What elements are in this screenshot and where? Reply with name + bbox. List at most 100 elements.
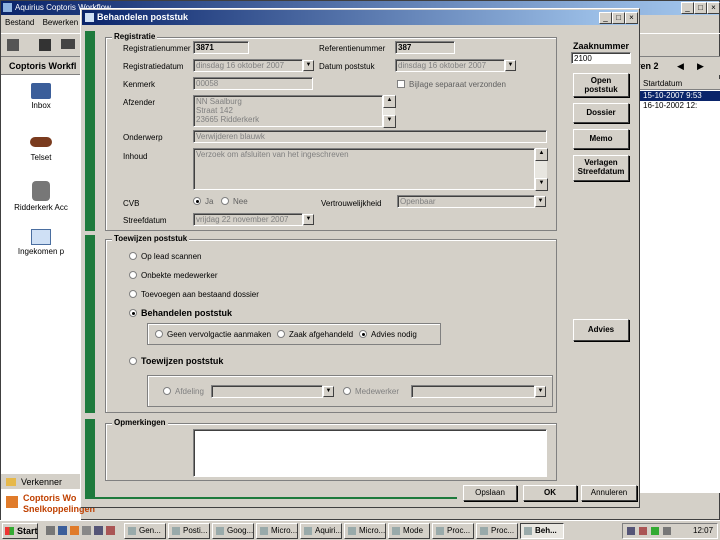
bg-close-button[interactable]: × [707,2,720,14]
afdeling-radio[interactable] [163,387,171,395]
taskbar-item[interactable]: Aquiri... [300,523,342,539]
list-row[interactable]: 16-10-2002 12: [637,101,720,111]
opslaan-button[interactable]: Opslaan [463,485,517,501]
vertrouwelijkheid-select[interactable]: Openbaar [397,195,535,208]
taskbar-item[interactable]: Gen... [124,523,166,539]
referentienummer-field[interactable]: 387 [395,41,455,54]
tray-icon[interactable] [639,527,647,535]
chevron-down-icon[interactable]: ▼ [505,60,516,71]
dialog-title-bar[interactable]: Behandelen poststuk [82,10,638,25]
sub-option-radio-selected[interactable] [359,330,367,338]
verkenner-label: Verkenner [21,477,63,487]
behandelen-dialog: Behandelen poststuk _ □ × Registratie Re… [80,8,640,508]
dialog-maximize-button[interactable]: □ [612,12,625,24]
tray-icon[interactable] [627,527,635,535]
quicklaunch-icon[interactable] [58,526,67,535]
quicklaunch-icon[interactable] [106,526,115,535]
verkenner-bar[interactable]: Verkenner [1,473,81,489]
medewerker-radio[interactable] [343,387,351,395]
option-radio[interactable] [129,252,137,260]
clock[interactable]: 12:07 [693,526,713,535]
afzender-field[interactable]: NN Saalburg Straat 142 23665 Ridderkerk [193,95,383,127]
list-col-header[interactable]: Startdatum [637,79,720,90]
taskbar-item-active[interactable]: Beh... [520,523,564,539]
scroll-down-icon[interactable]: ▼ [535,178,548,191]
chevron-down-icon[interactable]: ▼ [303,214,314,225]
option-label-selected: Behandelen poststuk [141,308,233,318]
annuleren-button[interactable]: Annuleren [581,485,637,501]
quicklaunch-icon[interactable] [46,526,55,535]
nav-telset[interactable]: Telset [1,137,81,177]
sub-option-radio[interactable] [277,330,285,338]
nav-ingekomen[interactable]: Ingekomen p [1,229,81,269]
nav-inbox[interactable]: Inbox [1,83,81,123]
toolbar-pen-icon[interactable] [39,39,51,51]
inhoud-field[interactable]: Verzoek om afsluiten van het ingeschreve… [193,148,535,190]
onderwerp-field[interactable]: Verwijderen blauwk [193,130,547,143]
chevron-down-icon[interactable]: ▼ [535,386,546,397]
memo-button[interactable]: Memo [573,129,629,149]
option-radio[interactable] [129,271,137,279]
registratienummer-field[interactable]: 3871 [193,41,249,54]
afdeling-select[interactable] [211,385,323,398]
zaaknummer-field[interactable]: 2100 [571,52,631,64]
back-arrow-icon[interactable]: ◀ [677,57,684,75]
nav-inbox-label: Inbox [31,101,51,110]
dossier-button[interactable]: Dossier [573,103,629,123]
bg-menu-bestand[interactable]: Bestand [5,18,34,27]
registratiedatum-field[interactable]: dinsdag 16 oktober 2007 [193,59,303,72]
tray-icon[interactable] [663,527,671,535]
verlagen-streefdatum-button[interactable]: Verlagen Streefdatum [573,155,629,181]
toolbar-folder-icon[interactable] [7,39,19,51]
taskbar-item[interactable]: Proc... [476,523,518,539]
kenmerk-field[interactable]: 00058 [193,77,313,90]
toolbar-mail-icon[interactable] [61,39,75,49]
option-radio[interactable] [129,357,137,365]
inhoud-scrollbar[interactable]: ▲ ▼ [535,148,548,191]
green-accent-bar [85,235,95,413]
quicklaunch-icon[interactable] [82,526,91,535]
start-button[interactable]: Start [2,523,38,539]
taskbar-item[interactable]: Posti... [168,523,210,539]
option-label: Toewijzen poststuk [141,356,224,366]
chevron-down-icon[interactable]: ▼ [323,386,334,397]
quicklaunch-icon[interactable] [70,526,79,535]
open-poststuk-button[interactable]: Open poststuk [573,73,629,97]
cvb-ja-radio[interactable] [193,197,201,205]
taskbar-item[interactable]: Goog... [212,523,254,539]
bg-menu-bewerken[interactable]: Bewerken [43,18,79,27]
database-icon [32,181,50,201]
streefdatum-field[interactable]: vrijdag 22 november 2007 [193,213,303,226]
nav-ridderkerk[interactable]: Ridderkerk Acc [1,181,81,221]
taskbar-item[interactable]: Micro... [344,523,386,539]
medewerker-select[interactable] [411,385,535,398]
forward-arrow-icon[interactable]: ▶ [697,57,704,75]
taskbar-item[interactable]: Mode [388,523,430,539]
bijlage-checkbox[interactable] [397,80,405,88]
datum-poststuk-field[interactable]: dinsdag 16 oktober 2007 [395,59,505,72]
scroll-down-icon[interactable]: ▼ [383,115,396,128]
ok-button[interactable]: OK [523,485,577,501]
scroll-up-icon[interactable]: ▲ [383,95,396,108]
bg-minimize-button[interactable]: _ [681,2,694,14]
opmerkingen-field[interactable] [193,429,547,477]
bijlage-label: Bijlage separaat verzonden [409,80,506,89]
dialog-minimize-button[interactable]: _ [599,12,612,24]
list-row-selected[interactable]: 15-10-2007 9:53 [637,91,720,101]
bg-maximize-button[interactable]: □ [694,2,707,14]
chevron-down-icon[interactable]: ▼ [535,196,546,207]
taskbar-item[interactable]: Micro... [256,523,298,539]
chevron-down-icon[interactable]: ▼ [303,60,314,71]
taskbar: Start Gen... Posti... Goog... Micro... A… [0,520,720,540]
taskbar-item[interactable]: Proc... [432,523,474,539]
quicklaunch-icon[interactable] [94,526,103,535]
dialog-close-button[interactable]: × [625,12,638,24]
tray-icon[interactable] [651,527,659,535]
afzender-scrollbar[interactable]: ▲ ▼ [383,95,396,128]
sub-option-radio[interactable] [155,330,163,338]
advies-button[interactable]: Advies [573,319,629,341]
option-radio[interactable] [129,290,137,298]
cvb-nee-radio[interactable] [221,197,229,205]
option-radio-selected[interactable] [129,309,137,317]
scroll-up-icon[interactable]: ▲ [535,148,548,161]
